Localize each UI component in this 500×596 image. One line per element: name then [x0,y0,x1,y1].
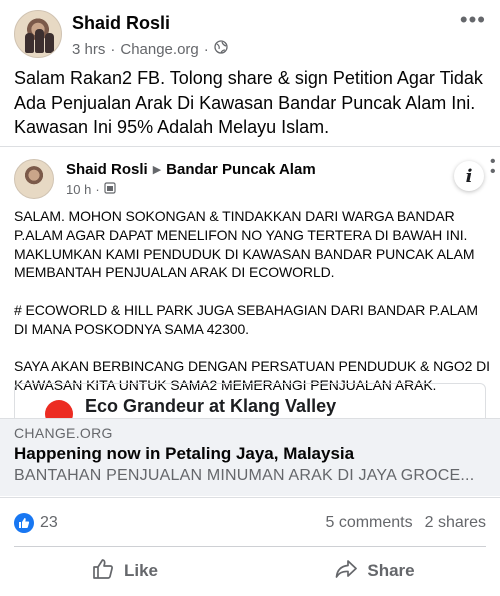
globe-icon [214,40,228,58]
like-reaction-icon [14,513,34,533]
shared-paragraph: SALAM. MOHON SOKONGAN & TINDAKKAN DARI W… [14,208,475,281]
post-text: Salam Rakan2 FB. Tolong share & sign Pet… [14,68,483,137]
embedded-link-title: Eco Grandeur at Klang Valley [85,396,337,416]
post-meta: 3 hrs · Change.org · [72,40,228,58]
arrow-right-icon: ▶ [152,164,162,176]
author-name[interactable]: Shaid Rosli [72,13,170,34]
shared-author-name[interactable]: Shaid Rosli [66,161,148,178]
shared-post-time[interactable]: 10 h [66,182,91,197]
share-button[interactable]: Share [250,550,500,592]
comment-count[interactable]: 5 comments [325,514,412,532]
more-options-icon[interactable]: ••• [460,9,486,31]
post-source[interactable]: Change.org [120,41,198,58]
meta-separator: · [110,40,116,58]
link-description: BANTAHAN PENJUALAN MINUMAN ARAK DI JAYA … [14,467,475,484]
share-label: Share [367,561,415,580]
share-arrow-icon [335,558,358,585]
post-actions: Like Share [0,550,500,592]
shared-post-header: Shaid Rosli ▶ Bandar Puncak Alam [66,161,316,178]
shared-paragraph: # ECOWORLD & HILL PARK JUGA SEBAHAGIAN D… [14,301,478,337]
author-avatar[interactable] [14,10,62,58]
shared-target-group[interactable]: Bandar Puncak Alam [166,161,316,178]
link-domain: CHANGE.ORG [14,425,113,441]
shared-post-meta: 10 h · [66,182,116,197]
meta-separator: · [95,182,100,197]
thumbs-up-icon [92,558,114,585]
link-preview[interactable]: CHANGE.ORG Happening now in Petaling Jay… [0,418,500,496]
link-title: Happening now in Petaling Jaya, Malaysia [14,444,355,463]
info-icon[interactable]: i [454,161,484,191]
shared-more-options-icon[interactable]: • • [490,154,500,180]
shared-author-avatar[interactable] [14,159,54,199]
divider [14,546,486,547]
group-icon [104,182,116,197]
share-count[interactable]: 2 shares [425,514,486,532]
stats-right: 5 comments 2 shares [325,514,486,532]
like-count[interactable]: 23 [40,514,58,532]
engagement-stats: 23 5 comments 2 shares [14,510,486,536]
post-header: Shaid Rosli 3 hrs · Change.org · ••• [14,9,486,62]
like-label: Like [123,561,159,580]
meta-separator: · [203,40,209,58]
post-time[interactable]: 3 hrs [72,41,105,58]
like-button[interactable]: Like [0,550,250,592]
